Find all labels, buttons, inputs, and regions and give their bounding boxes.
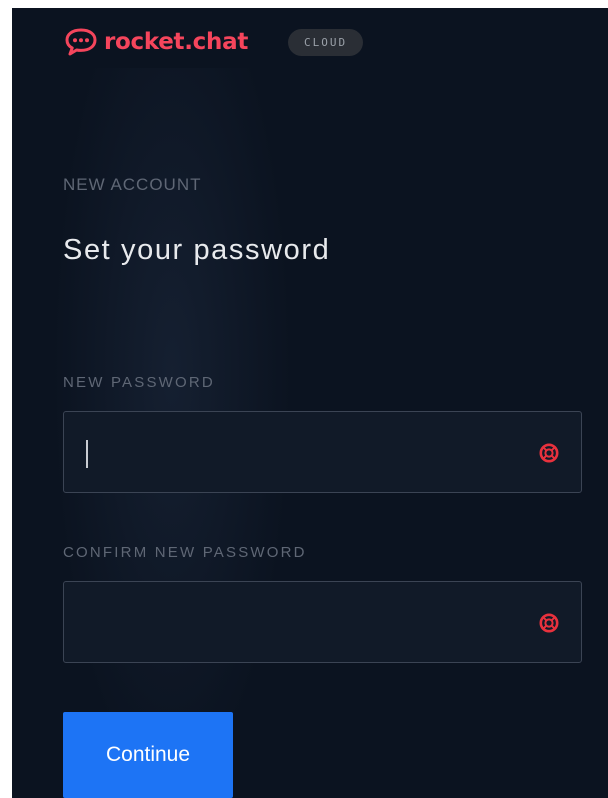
continue-button[interactable]: Continue bbox=[63, 712, 233, 798]
confirm-password-field[interactable] bbox=[63, 581, 582, 663]
header: rocket.chat CLOUD bbox=[64, 24, 364, 60]
rocketchat-logo[interactable]: rocket.chat bbox=[64, 27, 248, 57]
new-password-label: NEW PASSWORD bbox=[63, 374, 215, 391]
rocketchat-bubble-icon bbox=[65, 28, 97, 56]
confirm-password-input[interactable] bbox=[64, 582, 581, 662]
lifebuoy-icon[interactable] bbox=[539, 613, 559, 633]
signup-screen: rocket.chat CLOUD NEW ACCOUNT Set your p… bbox=[12, 8, 608, 798]
cloud-badge: CLOUD bbox=[288, 28, 364, 56]
section-eyebrow: NEW ACCOUNT bbox=[63, 175, 202, 194]
page-title: Set your password bbox=[63, 234, 331, 266]
confirm-password-label: CONFIRM NEW PASSWORD bbox=[63, 544, 307, 561]
lifebuoy-icon[interactable] bbox=[539, 443, 559, 463]
text-caret bbox=[86, 440, 88, 468]
new-password-input[interactable] bbox=[64, 412, 581, 492]
new-password-field[interactable] bbox=[63, 411, 582, 493]
brand-name: rocket.chat bbox=[104, 29, 249, 55]
